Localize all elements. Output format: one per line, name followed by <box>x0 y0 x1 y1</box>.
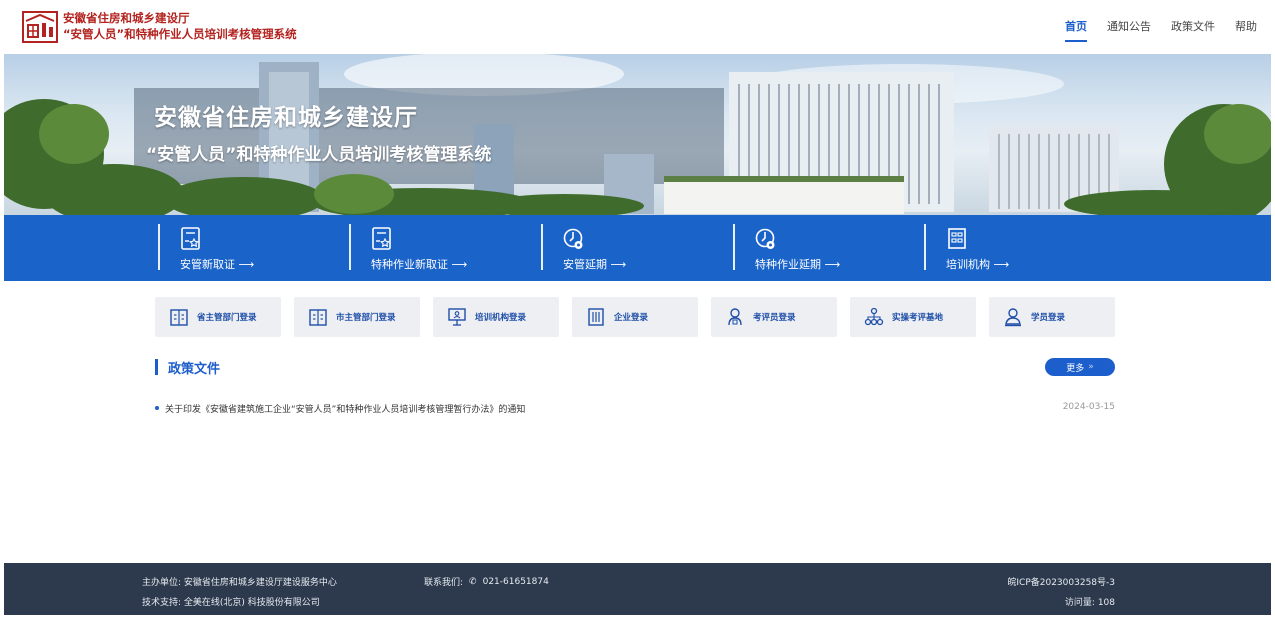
quick-action-bar: 安管新取证 ⟶ 特种作业新取证 ⟶ 安管延期 ⟶ 特种作业延期 ⟶ 培训机构 ⟶ <box>4 215 1271 281</box>
building-icon <box>170 309 188 326</box>
bullet-icon <box>155 406 159 410</box>
nav-policy[interactable]: 政策文件 <box>1171 18 1215 42</box>
divider <box>924 224 926 270</box>
login-label: 企业登录 <box>614 313 649 323</box>
action-label: 安管新取证 ⟶ <box>180 258 255 271</box>
action-label: 特种作业延期 ⟶ <box>755 258 841 271</box>
more-label: 更多 <box>1066 363 1085 374</box>
action-label: 安管延期 ⟶ <box>563 258 627 271</box>
login-province-dept[interactable]: 省主管部门登录 <box>155 297 281 337</box>
footer-host: 主办单位: 安徽省住房和城乡建设厅建设服务中心 <box>142 578 337 588</box>
news-date: 2024-03-15 <box>1062 402 1115 412</box>
login-label: 考评员登录 <box>753 313 796 323</box>
logo-icon <box>22 11 58 43</box>
news-title: 关于印发《安徽省建筑施工企业“安管人员”和特种作业人员培训考核管理暂行办法》的通… <box>165 405 526 415</box>
building-icon <box>309 309 327 326</box>
nav-notices[interactable]: 通知公告 <box>1107 18 1151 42</box>
divider <box>733 224 735 270</box>
login-label: 实操考评基地 <box>892 313 944 323</box>
clock-icon <box>563 228 583 249</box>
action-label: 培训机构 ⟶ <box>946 258 1010 271</box>
user-icon <box>1005 308 1021 327</box>
policy-section-title: 政策文件 <box>155 359 221 377</box>
login-buttons: 省主管部门登录 市主管部门登录 培训机构登录 企业登录 考评员登录 实操考评基地… <box>155 297 1115 337</box>
nav-home[interactable]: 首页 <box>1065 18 1087 42</box>
hero-banner: 安徽省住房和城乡建设厅 “安管人员”和特种作业人员培训考核管理系统 <box>4 54 1271 216</box>
site-title: 安徽省住房和城乡建设厅 “安管人员”和特种作业人员培训考核管理系统 <box>63 10 297 42</box>
section-marker <box>155 359 158 375</box>
login-label: 培训机构登录 <box>475 313 527 323</box>
phone-icon: ✆ <box>469 576 477 587</box>
divider <box>541 224 543 270</box>
login-training-org[interactable]: 培训机构登录 <box>433 297 559 337</box>
divider <box>349 224 351 270</box>
login-label: 省主管部门登录 <box>197 313 257 323</box>
building-icon <box>948 228 966 249</box>
login-label: 学员登录 <box>1031 313 1066 323</box>
site-title-line1: 安徽省住房和城乡建设厅 <box>63 11 190 25</box>
footer-contact: 联系我们: ✆ 021-61651874 <box>424 575 549 589</box>
divider <box>158 224 160 270</box>
news-item[interactable]: 关于印发《安徽省建筑施工企业“安管人员”和特种作业人员培训考核管理暂行办法》的通… <box>155 402 1115 416</box>
banner-title: 安徽省住房和城乡建设厅 <box>154 105 418 131</box>
org-chart-icon <box>864 307 884 326</box>
presentation-icon <box>448 308 466 326</box>
login-student[interactable]: 学员登录 <box>989 297 1115 337</box>
login-examiner[interactable]: 考评员登录 <box>711 297 837 337</box>
login-label: 市主管部门登录 <box>336 313 396 323</box>
login-city-dept[interactable]: 市主管部门登录 <box>294 297 420 337</box>
header: 安徽省住房和城乡建设厅 “安管人员”和特种作业人员培训考核管理系统 首页 通知公… <box>0 0 1275 52</box>
site-title-line2: “安管人员”和特种作业人员培训考核管理系统 <box>63 27 297 41</box>
login-practice-base[interactable]: 实操考评基地 <box>850 297 976 337</box>
footer-icp[interactable]: 皖ICP备2023003258号-3 <box>1007 575 1115 588</box>
double-chevron-right-icon: » <box>1088 362 1094 372</box>
office-icon <box>588 308 604 326</box>
contact-label: 联系我们: <box>424 578 464 588</box>
banner-subtitle: “安管人员”和特种作业人员培训考核管理系统 <box>146 145 492 165</box>
examiner-icon <box>728 308 742 326</box>
action-label: 特种作业新取证 ⟶ <box>371 258 468 271</box>
login-enterprise[interactable]: 企业登录 <box>572 297 698 337</box>
top-nav: 首页 通知公告 政策文件 帮助 <box>1065 18 1257 42</box>
footer-visits: 访问量: 108 <box>1064 598 1115 608</box>
clock-icon <box>755 228 775 249</box>
more-button[interactable]: 更多 » <box>1045 358 1115 376</box>
nav-help[interactable]: 帮助 <box>1235 18 1257 42</box>
phone-number: 021-61651874 <box>482 576 549 587</box>
banner-illustration <box>4 54 1271 216</box>
certificate-icon <box>372 227 391 250</box>
footer: 主办单位: 安徽省住房和城乡建设厅建设服务中心 技术支持: 全美在线(北京) 科… <box>4 563 1271 615</box>
footer-support: 技术支持: 全美在线(北京) 科技股份有限公司 <box>142 598 320 608</box>
certificate-icon <box>181 227 200 250</box>
policy-title: 政策文件 <box>168 361 221 377</box>
